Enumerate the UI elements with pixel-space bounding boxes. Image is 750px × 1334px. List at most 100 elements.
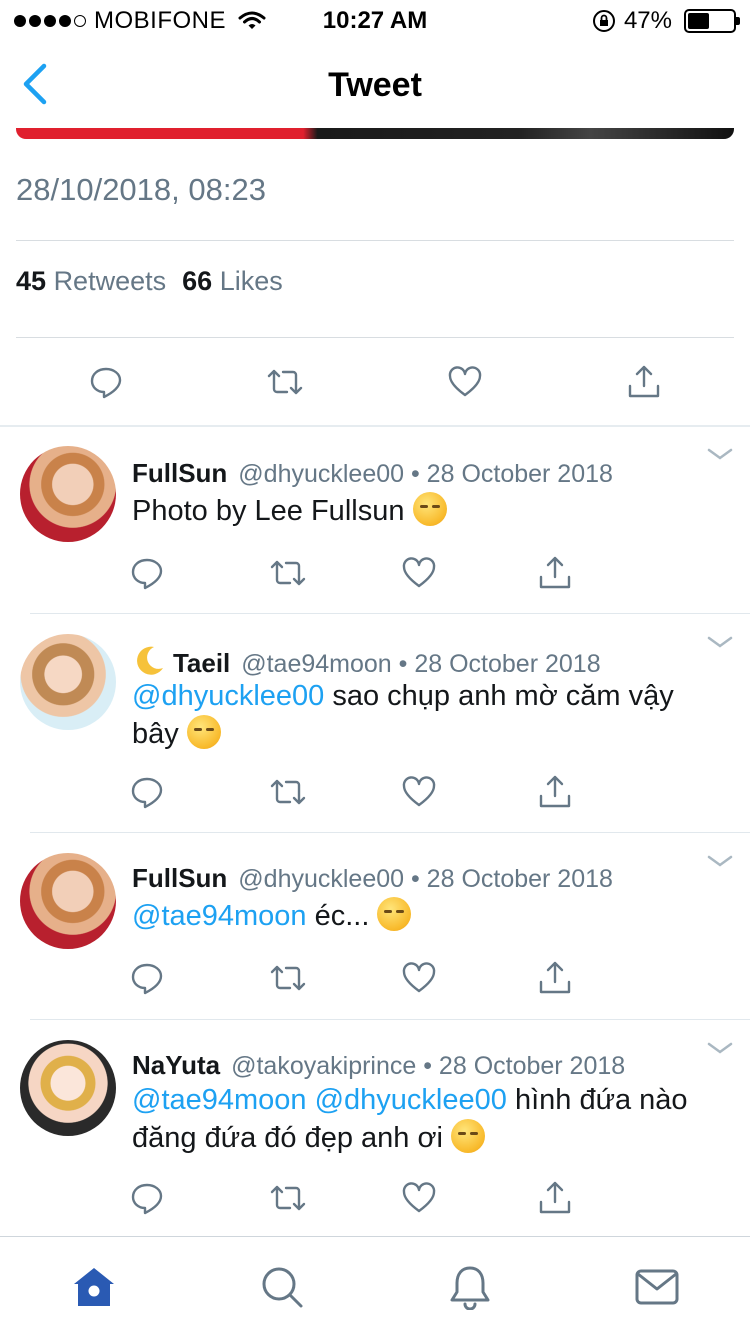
chevron-down-icon[interactable] xyxy=(706,634,734,650)
reply-actions xyxy=(0,772,750,812)
reply-button[interactable] xyxy=(123,1178,171,1218)
share-button[interactable] xyxy=(531,1178,579,1218)
reply-body: sao chụp anh mờ căm vậy xyxy=(324,680,674,712)
like-icon xyxy=(402,557,436,588)
battery-icon xyxy=(684,9,740,33)
share-button[interactable] xyxy=(531,553,579,593)
reply-body: éc... xyxy=(306,900,370,932)
reply-text: @dhyucklee00 sao chụp anh mờ căm vậy bây xyxy=(132,678,712,753)
retweet-button[interactable] xyxy=(261,362,309,402)
orientation-lock-icon xyxy=(592,10,615,32)
share-icon xyxy=(539,775,571,808)
share-icon xyxy=(539,1181,571,1214)
like-icon xyxy=(402,1182,436,1213)
likes-label: Likes xyxy=(219,266,283,296)
tweet-timestamp: 28/10/2018, 08:23 xyxy=(16,172,266,207)
reply-body-line2: bây xyxy=(132,718,179,750)
reply-item[interactable]: FullSun @dhyucklee00 • 28 October 2018 P… xyxy=(0,426,750,614)
kissing-face-emoji xyxy=(377,897,412,931)
share-button[interactable] xyxy=(620,362,668,402)
retweet-icon xyxy=(270,1185,306,1211)
share-button[interactable] xyxy=(531,958,579,998)
tab-messages[interactable] xyxy=(631,1263,683,1311)
like-button[interactable] xyxy=(395,553,443,593)
nav-bar: Tweet xyxy=(0,40,750,128)
chevron-down-icon[interactable] xyxy=(706,446,734,462)
avatar[interactable] xyxy=(20,853,116,949)
notifications-icon xyxy=(450,1266,490,1310)
reply-body: Photo by Lee Fullsun xyxy=(132,495,405,527)
battery-percent: 47% xyxy=(623,7,672,34)
search-icon xyxy=(262,1267,303,1308)
tab-home[interactable] xyxy=(68,1263,120,1311)
like-icon xyxy=(402,962,436,993)
like-icon xyxy=(448,366,482,397)
reply-actions xyxy=(0,958,750,998)
reply-item[interactable]: NaYuta @takoyakiprince • 28 October 2018… xyxy=(0,1020,750,1234)
reply-icon xyxy=(131,1183,163,1215)
reply-icon xyxy=(131,777,163,809)
like-icon xyxy=(402,776,436,807)
reply-header: Taeil @tae94moon • 28 October 2018 xyxy=(132,644,601,679)
reply-button[interactable] xyxy=(123,772,171,812)
reply-text: Photo by Lee Fullsun xyxy=(132,492,712,530)
reply-meta: @takoyakiprince • 28 October 2018 xyxy=(231,1052,626,1080)
avatar[interactable] xyxy=(20,634,116,730)
like-button[interactable] xyxy=(395,1178,443,1218)
retweet-icon xyxy=(270,560,306,586)
retweet-button[interactable] xyxy=(264,1178,312,1218)
likes-count: 66 xyxy=(182,266,213,296)
reply-text: @tae94moon éc... xyxy=(132,897,712,935)
retweet-button[interactable] xyxy=(264,958,312,998)
reply-body-line2: đăng đứa đó đẹp anh ơi xyxy=(132,1122,443,1154)
retweets-label: Retweets xyxy=(53,266,167,296)
reply-item[interactable]: Taeil @tae94moon • 28 October 2018 @dhyu… xyxy=(0,614,750,832)
reply-button[interactable] xyxy=(82,362,130,402)
reply-button[interactable] xyxy=(123,958,171,998)
chevron-down-icon[interactable] xyxy=(706,853,734,869)
avatar[interactable] xyxy=(20,1040,116,1136)
reply-button[interactable] xyxy=(123,553,171,593)
tab-bar xyxy=(0,1236,750,1334)
reply-icon xyxy=(90,367,122,399)
relieved-face-emoji xyxy=(412,492,447,526)
retweet-button[interactable] xyxy=(264,772,312,812)
display-name[interactable]: FullSun xyxy=(132,458,227,488)
page-title: Tweet xyxy=(328,66,422,104)
reply-actions xyxy=(0,553,750,593)
messages-icon xyxy=(635,1269,679,1305)
retweet-icon xyxy=(270,965,306,991)
likes-count-link[interactable]: 66 Likes xyxy=(182,266,283,297)
like-button[interactable] xyxy=(441,362,489,402)
mention-link[interactable]: @tae94moon xyxy=(132,900,307,932)
weary-face-emoji xyxy=(451,1119,486,1153)
reply-meta: @dhyucklee00 • 28 October 2018 xyxy=(238,865,613,893)
chevron-down-icon[interactable] xyxy=(706,1040,734,1056)
tab-search[interactable] xyxy=(256,1263,308,1311)
share-icon xyxy=(539,556,571,589)
reply-icon xyxy=(131,963,163,995)
share-icon xyxy=(628,365,660,398)
status-bar: MOBIFONE 10:27 AM 47% xyxy=(0,0,750,40)
reply-item[interactable]: FullSun @dhyucklee00 • 28 October 2018 @… xyxy=(0,833,750,1019)
share-button[interactable] xyxy=(531,772,579,812)
retweets-count-link[interactable]: 45 Retweets xyxy=(16,266,166,297)
tweet-media-image[interactable] xyxy=(16,128,734,139)
display-name[interactable]: Taeil xyxy=(173,648,230,678)
avatar[interactable] xyxy=(20,446,116,542)
mention-link[interactable]: @dhyucklee00 xyxy=(132,680,324,712)
tab-notifications[interactable] xyxy=(444,1263,496,1311)
mention-link[interactable]: @tae94moon @dhyucklee00 xyxy=(132,1084,507,1116)
like-button[interactable] xyxy=(395,772,443,812)
display-name[interactable]: FullSun xyxy=(132,863,227,893)
retweet-icon xyxy=(270,779,306,805)
like-button[interactable] xyxy=(395,958,443,998)
upside-down-face-emoji xyxy=(186,715,221,749)
display-name[interactable]: NaYuta xyxy=(132,1050,220,1080)
reply-header: FullSun @dhyucklee00 • 28 October 2018 xyxy=(132,863,613,894)
tweet-actions xyxy=(0,362,750,402)
divider xyxy=(16,337,734,338)
reply-header: NaYuta @takoyakiprince • 28 October 2018 xyxy=(132,1050,625,1081)
retweets-count: 45 xyxy=(16,266,47,296)
retweet-button[interactable] xyxy=(264,553,312,593)
